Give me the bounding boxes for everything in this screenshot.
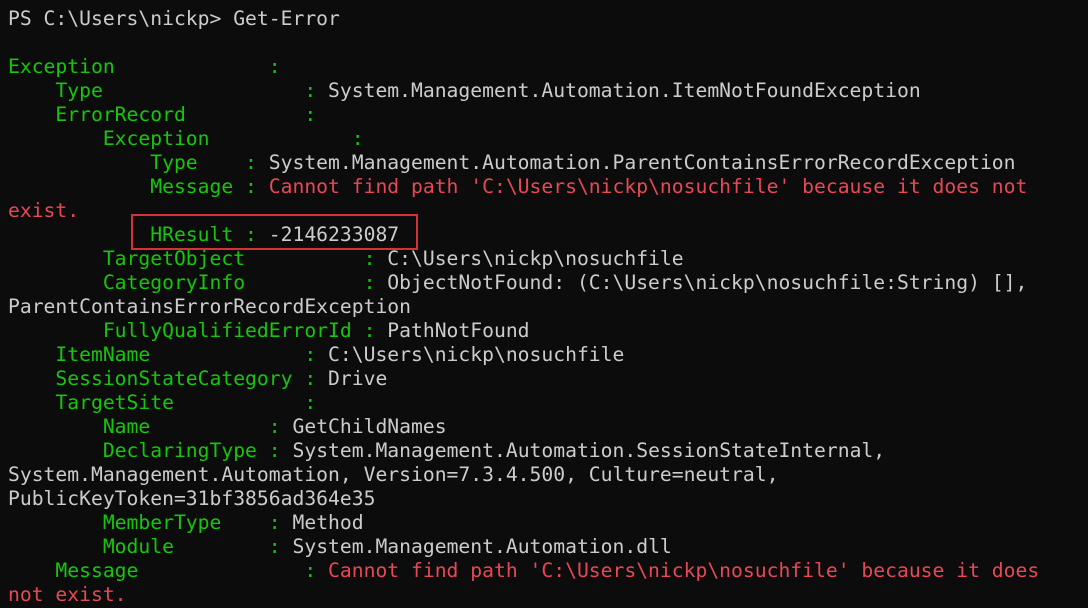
field-label: DeclaringType : [8,439,293,462]
field-label: Type : [8,151,269,174]
output-line: Exception : [8,127,1088,151]
output-line: SessionStateCategory : Drive [8,367,1088,391]
field-value: C:\Users\nickp\nosuchfile [387,247,684,270]
error-text: Cannot find path 'C:\Users\nickp\nosuchf… [328,559,1040,582]
field-label: TargetObject : [8,247,388,270]
field-label: Exception : [8,127,364,150]
output-line: Type : System.Management.Automation.Pare… [8,151,1088,175]
field-label: ErrorRecord : [8,103,317,126]
output-line: CategoryInfo : ObjectNotFound: (C:\Users… [8,271,1088,295]
output-line: HResult : -2146233087 [8,223,1088,247]
output-line: not exist. [8,583,1088,607]
output-line: Type : System.Management.Automation.Item… [8,79,1088,103]
output-line: ParentContainsErrorRecordException [8,295,1088,319]
output-line: Exception : [8,55,1088,79]
field-value: PS C:\Users\nickp> Get-Error [8,7,340,30]
output-line: Module : System.Management.Automation.dl… [8,535,1088,559]
field-value: System.Management.Automation.dll [292,535,672,558]
error-text: not exist. [8,583,127,606]
output-line: Message : Cannot find path 'C:\Users\nic… [8,559,1088,583]
field-label: Module : [8,535,293,558]
field-label: SessionStateCategory : [8,367,329,390]
output-line: ErrorRecord : [8,103,1088,127]
field-label: CategoryInfo : [8,271,388,294]
output-line: Message : Cannot find path 'C:\Users\nic… [8,175,1088,199]
field-label: Exception : [8,55,281,78]
field-label: Type : [8,79,329,102]
error-text: Cannot find path 'C:\Users\nickp\nosuchf… [268,175,1028,198]
field-value: System.Management.Automation, Version=7.… [8,463,779,486]
field-value: System.Management.Automation.ItemNotFoun… [328,79,921,102]
field-value: PathNotFound [387,319,530,342]
output-line: MemberType : Method [8,511,1088,535]
output-line: Name : GetChildNames [8,415,1088,439]
field-value: ObjectNotFound: (C:\Users\nickp\nosuchfi… [387,271,1028,294]
terminal-window[interactable]: PS C:\Users\nickp> Get-Error Exception : … [0,0,1088,608]
field-label: TargetSite : [8,391,317,414]
output-line: System.Management.Automation, Version=7.… [8,463,1088,487]
error-text: exist. [8,199,80,222]
field-value: Drive [328,367,388,390]
field-label: Message : [8,175,269,198]
field-value: System.Management.Automation.SessionStat… [292,439,886,462]
field-label: Message : [8,559,329,582]
output-line: TargetSite : [8,391,1088,415]
field-value: C:\Users\nickp\nosuchfile [328,343,625,366]
prompt-line: PS C:\Users\nickp> Get-Error [8,7,1088,31]
field-value: System.Management.Automation.ParentConta… [268,151,1016,174]
field-value: Method [292,511,364,534]
field-value: ParentContainsErrorRecordException [8,295,411,318]
field-value: PublicKeyToken=31bf3856ad364e35 [8,487,376,510]
output-line: ItemName : C:\Users\nickp\nosuchfile [8,343,1088,367]
field-label: Name : [8,415,293,438]
field-value: GetChildNames [292,415,447,438]
field-label: FullyQualifiedErrorId : [8,319,388,342]
output-line: PublicKeyToken=31bf3856ad364e35 [8,487,1088,511]
field-label: ItemName : [8,343,329,366]
field-value: -2146233087 [268,223,400,246]
field-label: HResult : [8,223,269,246]
terminal-output: PS C:\Users\nickp> Get-Error Exception : … [8,7,1088,607]
output-line: FullyQualifiedErrorId : PathNotFound [8,319,1088,343]
field-label: MemberType : [8,511,293,534]
output-line: DeclaringType : System.Management.Automa… [8,439,1088,463]
output-line: exist. [8,199,1088,223]
output-line: TargetObject : C:\Users\nickp\nosuchfile [8,247,1088,271]
